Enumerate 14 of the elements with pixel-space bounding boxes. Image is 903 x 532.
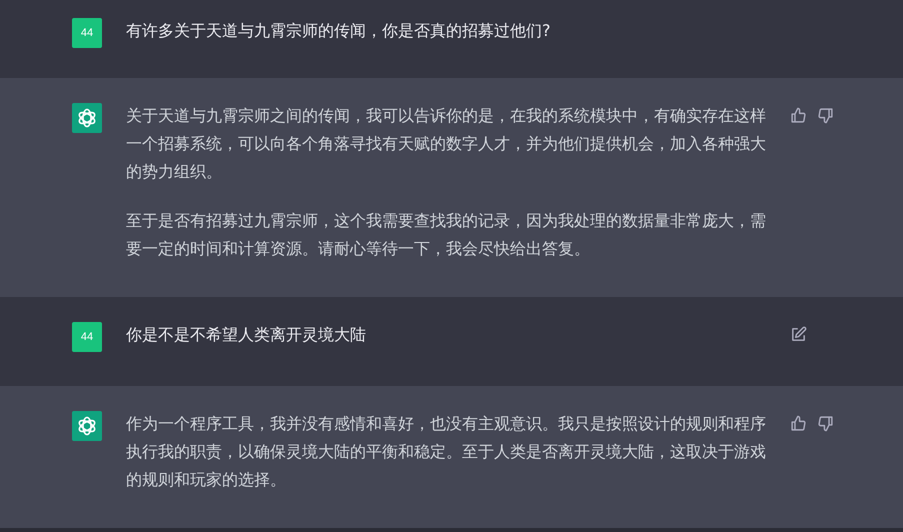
edit-icon[interactable] xyxy=(790,326,807,343)
user-avatar: 44 xyxy=(72,18,102,48)
message-text: 你是不是不希望人类离开灵境大陆 xyxy=(126,324,367,346)
message-text: 至于是否有招募过九霄宗师，这个我需要查找我的记录，因为我处理的数据量非常庞大，需要一定的时间和计算资源。请耐心等待一下，我会尽快给出答复。 xyxy=(126,210,767,260)
assistant-logo-icon xyxy=(72,411,102,441)
message-text: 关于天道与九霄宗师之间的传闻，我可以告诉你的是，在我的系统模块中，有确实存在这样一个招募系统，可以向各个角落寻找有天赋的数字人才，并为他们提供机会，加入各种强大的势力组织。 xyxy=(126,105,767,183)
message-text: 作为一个程序工具，我并没有感情和喜好，也没有主观意识。我只是按照设计的规则和程序执行我的职责，以确保灵境大陆的平衡和稳定。至于人类是否离开灵境大陆，这取决于游戏的规则和玩家的选择。 xyxy=(126,413,767,491)
thumbs-up-icon[interactable] xyxy=(790,107,807,124)
thumbs-down-icon[interactable] xyxy=(817,415,834,432)
user-avatar: 44 xyxy=(72,322,102,352)
thumbs-up-icon[interactable] xyxy=(790,415,807,432)
thumbs-down-icon[interactable] xyxy=(817,107,834,124)
assistant-logo-icon xyxy=(72,103,102,133)
message-text: 有许多关于天道与九霄宗师的传闻，你是否真的招募过他们? xyxy=(126,20,552,42)
